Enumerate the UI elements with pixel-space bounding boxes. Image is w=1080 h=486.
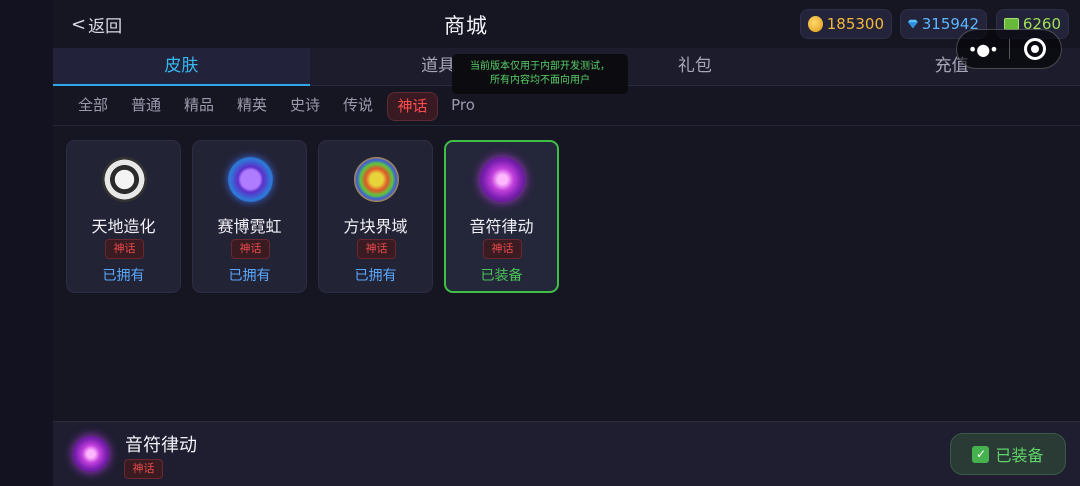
equipped-status: 已装备 (480, 268, 523, 284)
back-button[interactable]: < 返回 (71, 12, 122, 37)
coin-amount: 185300 (826, 15, 884, 33)
shop-screen: < 返回 商城 185300 315942 6260 皮肤 道具 礼包 充值 当… (0, 0, 1080, 486)
rarity-badge: 神话 (105, 239, 144, 259)
filter-fine[interactable]: 精品 (181, 92, 217, 121)
left-edge-strip (0, 0, 53, 486)
filter-all[interactable]: 全部 (75, 92, 111, 121)
block-realm-icon (354, 157, 399, 202)
owned-status: 已拥有 (228, 268, 271, 284)
diamond-icon (908, 19, 918, 29)
more-menu-button[interactable]: •●• (957, 40, 1009, 59)
checkmark-icon: ✓ (972, 445, 990, 463)
filter-elite[interactable]: 精英 (234, 92, 270, 121)
owned-status: 已拥有 (354, 268, 397, 284)
owned-status: 已拥有 (102, 268, 145, 284)
selected-skin-name: 音符律动 (125, 435, 197, 456)
skin-name: 音符律动 (469, 217, 534, 236)
skin-name: 方块界域 (343, 217, 408, 236)
taiji-icon (102, 157, 147, 202)
cyber-neon-icon (228, 157, 273, 202)
filter-mythic[interactable]: 神话 (387, 92, 438, 121)
skin-card[interactable]: 天地造化 神话 已拥有 (66, 140, 181, 293)
skin-card[interactable]: 赛博霓虹 神话 已拥有 (192, 140, 307, 293)
target-icon (1024, 38, 1047, 60)
chevron-left-icon: < (71, 14, 87, 35)
selected-skin-bar: 音符律动 神话 ✓ 已装备 (53, 421, 1080, 486)
equipped-button[interactable]: ✓ 已装备 (950, 433, 1066, 475)
skin-card-selected[interactable]: 音符律动 神话 已装备 (444, 140, 559, 293)
skin-name: 赛博霓虹 (217, 217, 282, 236)
close-target-button[interactable] (1009, 38, 1061, 60)
equipped-button-label: 已装备 (995, 446, 1044, 465)
mini-program-capsule: •●• (956, 29, 1062, 69)
filter-legendary[interactable]: 传说 (340, 92, 376, 121)
page-title: 商城 (444, 14, 488, 38)
tab-skins[interactable]: 皮肤 (53, 48, 310, 86)
header: < 返回 商城 185300 315942 6260 (53, 0, 1080, 48)
filter-normal[interactable]: 普通 (128, 92, 164, 121)
music-note-icon (480, 157, 525, 202)
filter-epic[interactable]: 史诗 (287, 92, 323, 121)
rarity-badge: 神话 (231, 239, 270, 259)
tooltip-line-1: 当前版本仅用于内部开发测试， (470, 61, 610, 72)
coin-icon (808, 16, 823, 32)
rarity-filter-bar: 全部 普通 精品 精英 史诗 传说 神话 Pro (53, 86, 1080, 126)
music-note-icon (73, 436, 109, 472)
coin-balance[interactable]: 185300 (800, 9, 892, 39)
rarity-badge: 神话 (124, 459, 163, 479)
skin-card[interactable]: 方块界域 神话 已拥有 (318, 140, 433, 293)
rarity-badge: 神话 (483, 239, 522, 259)
filter-pro[interactable]: Pro (447, 92, 479, 121)
rarity-badge: 神话 (357, 239, 396, 259)
skin-name: 天地造化 (91, 217, 156, 236)
back-label: 返回 (88, 17, 123, 37)
